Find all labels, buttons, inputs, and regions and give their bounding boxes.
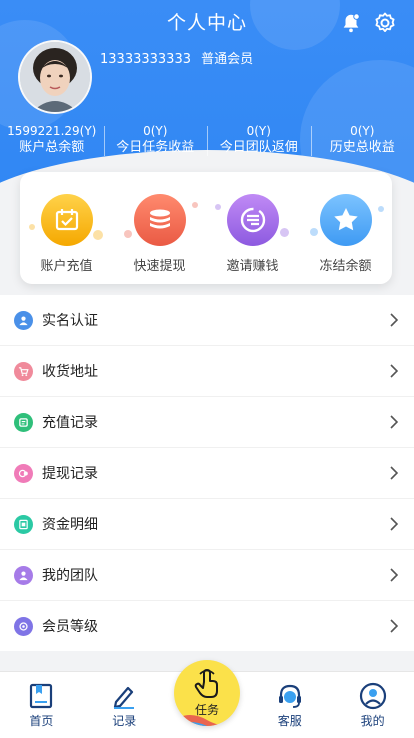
tap-hand-icon bbox=[193, 668, 221, 700]
menu-item-member-level[interactable]: 会员等级 bbox=[0, 601, 414, 651]
chevron-right-icon bbox=[390, 466, 398, 480]
calendar-check-icon bbox=[41, 194, 93, 246]
menu-item-withdraw-records[interactable]: 提现记录 bbox=[0, 448, 414, 499]
tab-task-slot: 任务 bbox=[166, 672, 249, 738]
recharge-button[interactable]: 账户充值 bbox=[20, 172, 113, 284]
bell-icon[interactable] bbox=[340, 12, 362, 34]
settings-menu: 实名认证 收货地址 充值记录 提现记录 资金明细 我的团队 bbox=[0, 295, 414, 651]
ledger-icon bbox=[14, 515, 33, 534]
invite-earn-button[interactable]: 邀请赚钱 bbox=[206, 172, 299, 284]
level-icon bbox=[14, 617, 33, 636]
headset-icon bbox=[276, 682, 304, 710]
stat-total-balance[interactable]: 1599221.29(Y) 账户总余额 bbox=[0, 124, 104, 160]
menu-item-my-team[interactable]: 我的团队 bbox=[0, 550, 414, 601]
tab-records[interactable]: 记录 bbox=[83, 672, 166, 738]
team-icon bbox=[14, 566, 33, 585]
menu-item-real-name[interactable]: 实名认证 bbox=[0, 295, 414, 346]
chevron-right-icon bbox=[390, 517, 398, 531]
stat-today-team-commission[interactable]: 0(Y) 今日团队返佣 bbox=[207, 124, 311, 160]
user-circle-icon bbox=[359, 682, 387, 710]
chevron-right-icon bbox=[390, 619, 398, 633]
user-info: 13333333333 普通会员 bbox=[100, 48, 253, 67]
star-icon bbox=[320, 194, 372, 246]
wallet-icon bbox=[14, 413, 33, 432]
menu-item-shipping-address[interactable]: 收货地址 bbox=[0, 346, 414, 397]
chevron-right-icon bbox=[390, 364, 398, 378]
share-money-icon bbox=[227, 194, 279, 246]
gear-icon[interactable] bbox=[373, 11, 397, 35]
frozen-balance-button[interactable]: 冻结余额 bbox=[299, 172, 392, 284]
tab-service[interactable]: 客服 bbox=[248, 672, 331, 738]
member-level: 普通会员 bbox=[201, 52, 253, 67]
id-user-icon bbox=[14, 311, 33, 330]
chevron-right-icon bbox=[390, 415, 398, 429]
chevron-right-icon bbox=[390, 568, 398, 582]
tab-home[interactable]: 首页 bbox=[0, 672, 83, 738]
cart-icon bbox=[14, 362, 33, 381]
bottom-tab-bar: 首页 记录 任务 客服 bbox=[0, 671, 414, 738]
coin-stack-icon bbox=[134, 194, 186, 246]
quick-withdraw-button[interactable]: 快速提现 bbox=[113, 172, 206, 284]
tab-task[interactable]: 任务 bbox=[174, 660, 240, 726]
menu-item-recharge-records[interactable]: 充值记录 bbox=[0, 397, 414, 448]
phone-number: 13333333333 bbox=[100, 52, 191, 67]
stats-row: 1599221.29(Y) 账户总余额 0(Y) 今日任务收益 0(Y) 今日团… bbox=[0, 124, 414, 160]
quick-actions-card: 账户充值 快速提现 邀请赚钱 bbox=[20, 172, 392, 284]
tab-mine[interactable]: 我的 bbox=[331, 672, 414, 738]
menu-item-fund-details[interactable]: 资金明细 bbox=[0, 499, 414, 550]
book-icon bbox=[28, 682, 54, 710]
chevron-right-icon bbox=[390, 313, 398, 327]
pencil-icon bbox=[110, 682, 138, 710]
withdraw-icon bbox=[14, 464, 33, 483]
stat-today-task-income[interactable]: 0(Y) 今日任务收益 bbox=[104, 124, 208, 160]
avatar[interactable] bbox=[18, 40, 92, 114]
stat-history-income[interactable]: 0(Y) 历史总收益 bbox=[311, 124, 414, 160]
